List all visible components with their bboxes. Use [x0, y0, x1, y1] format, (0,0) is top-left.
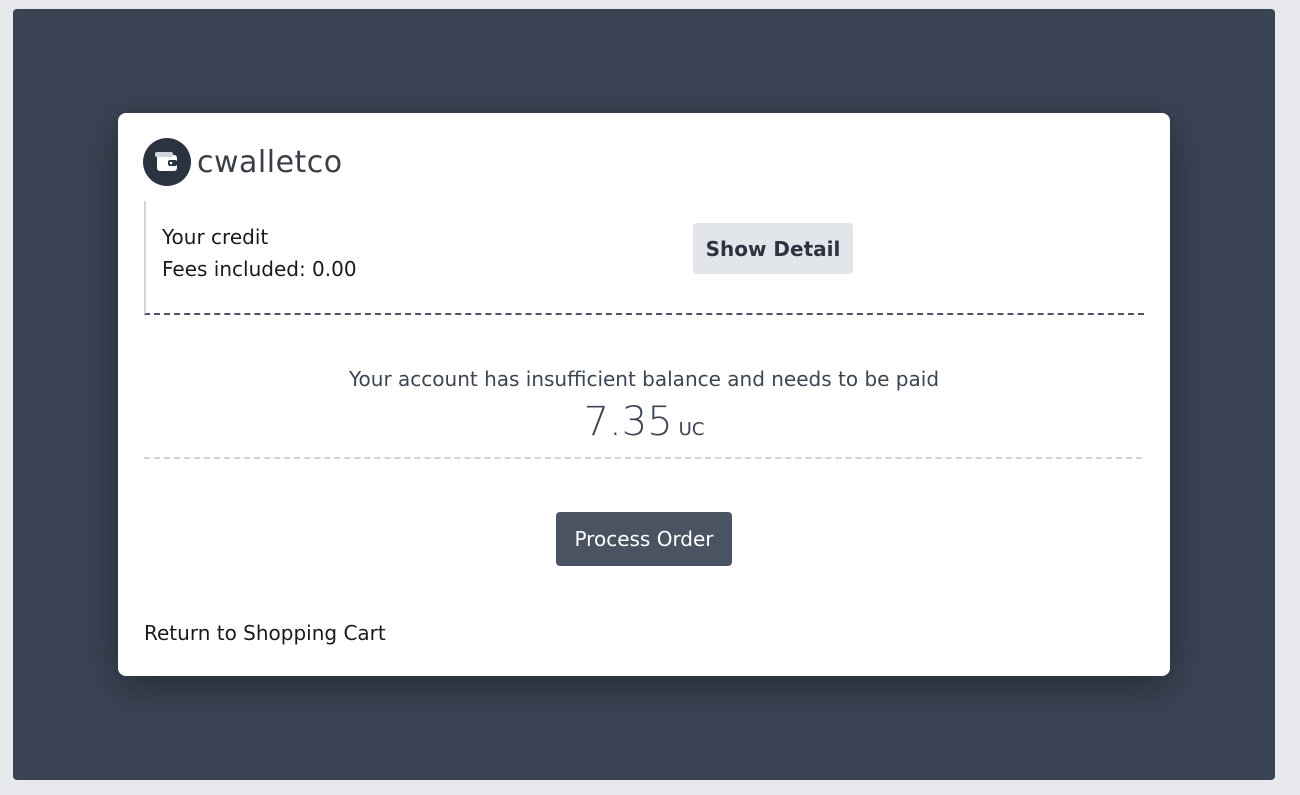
amount-unit: UC [678, 419, 705, 440]
insufficient-balance-notice: Your account has insufficient balance an… [348, 367, 940, 391]
amount-value: 7.35 [583, 399, 673, 445]
return-to-cart-link[interactable]: Return to Shopping Cart [144, 621, 386, 645]
divider [144, 457, 1142, 459]
amount-due: 7.35 UC [118, 399, 1170, 445]
brand: cwalletco [143, 138, 343, 186]
brand-name: cwalletco [197, 144, 343, 180]
payment-modal: cwalletco Your credit Fees included: 0.0… [118, 113, 1170, 676]
process-order-button[interactable]: Process Order [556, 512, 732, 566]
fees-included: Fees included: 0.00 [162, 257, 357, 281]
show-detail-button[interactable]: Show Detail [693, 223, 853, 274]
credit-text: Your credit Fees included: 0.00 [162, 221, 357, 285]
credit-title: Your credit [162, 225, 269, 249]
wallet-icon [143, 138, 191, 186]
credit-summary: Your credit Fees included: 0.00 Show Det… [144, 201, 1144, 315]
